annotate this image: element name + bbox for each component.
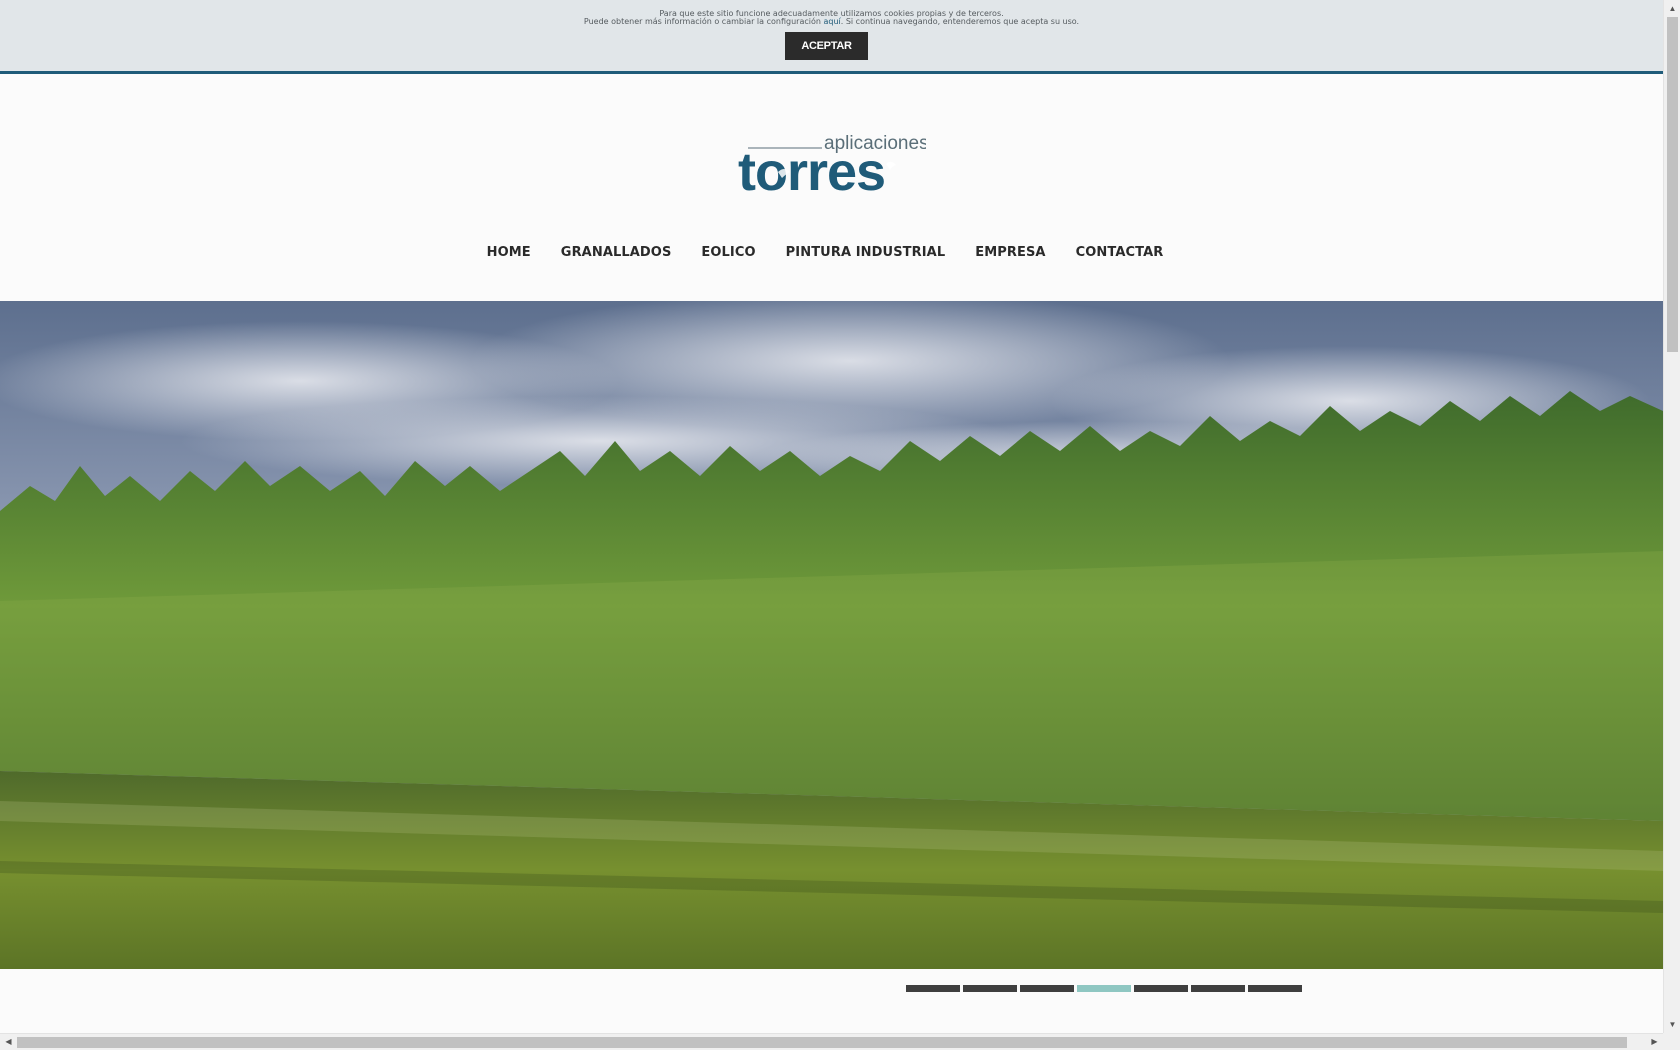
logo-big-text: torres <box>738 142 885 196</box>
cookie-message-prefix: Puede obtener más información o cambiar … <box>583 17 824 26</box>
cookie-consent-bar: Para que este sitio funcione adecuadamen… <box>0 0 1663 74</box>
slider-dot-6[interactable] <box>1191 985 1245 992</box>
nav-item-contactar[interactable]: CONTACTAR <box>1076 240 1164 270</box>
slider-pagination <box>906 985 1302 992</box>
slider-dot-5[interactable] <box>1134 985 1188 992</box>
cookie-message: Para que este sitio funcione adecuadamen… <box>0 10 1663 26</box>
scroll-down-arrow-icon[interactable]: ▼ <box>1664 1016 1680 1033</box>
scroll-right-arrow-icon[interactable]: ▶ <box>1646 1034 1663 1050</box>
vertical-scrollbar[interactable]: ▲ ▼ <box>1663 0 1680 1033</box>
slider-dot-1[interactable] <box>906 985 960 992</box>
nav-item-empresa[interactable]: EMPRESA <box>975 240 1045 270</box>
nav-item-eolico[interactable]: EOLICO <box>701 240 755 270</box>
horizontal-scrollbar-thumb[interactable] <box>17 1037 1627 1048</box>
horizontal-scrollbar[interactable]: ◀ ▶ <box>0 1033 1663 1050</box>
site-logo[interactable]: aplicaciones torres <box>736 130 929 202</box>
nav-item-pintura-industrial[interactable]: PINTURA INDUSTRIAL <box>786 240 946 270</box>
hero-slider-image <box>0 301 1663 969</box>
vertical-scrollbar-thumb[interactable] <box>1667 17 1678 352</box>
cookie-settings-link[interactable]: aquí <box>823 17 840 26</box>
scrollbar-corner <box>1663 1033 1680 1050</box>
cookie-message-line2: Puede obtener más información o cambiar … <box>0 18 1663 26</box>
slider-dot-3[interactable] <box>1020 985 1074 992</box>
cookie-message-suffix: . Si continua navegando, entenderemos qu… <box>840 17 1080 26</box>
cookie-accept-button[interactable]: ACEPTAR <box>785 32 868 60</box>
slider-dot-7[interactable] <box>1248 985 1302 992</box>
nav-item-home[interactable]: HOME <box>487 240 531 270</box>
slider-dot-2[interactable] <box>963 985 1017 992</box>
slider-dot-4[interactable] <box>1077 985 1131 992</box>
main-navigation: HOME GRANALLADOS EOLICO PINTURA INDUSTRI… <box>0 240 1663 270</box>
nav-item-granallados[interactable]: GRANALLADOS <box>561 240 672 270</box>
page-viewport: Para que este sitio funcione adecuadamen… <box>0 0 1663 1033</box>
scroll-left-arrow-icon[interactable]: ◀ <box>0 1034 17 1050</box>
scroll-up-arrow-icon[interactable]: ▲ <box>1664 0 1680 17</box>
